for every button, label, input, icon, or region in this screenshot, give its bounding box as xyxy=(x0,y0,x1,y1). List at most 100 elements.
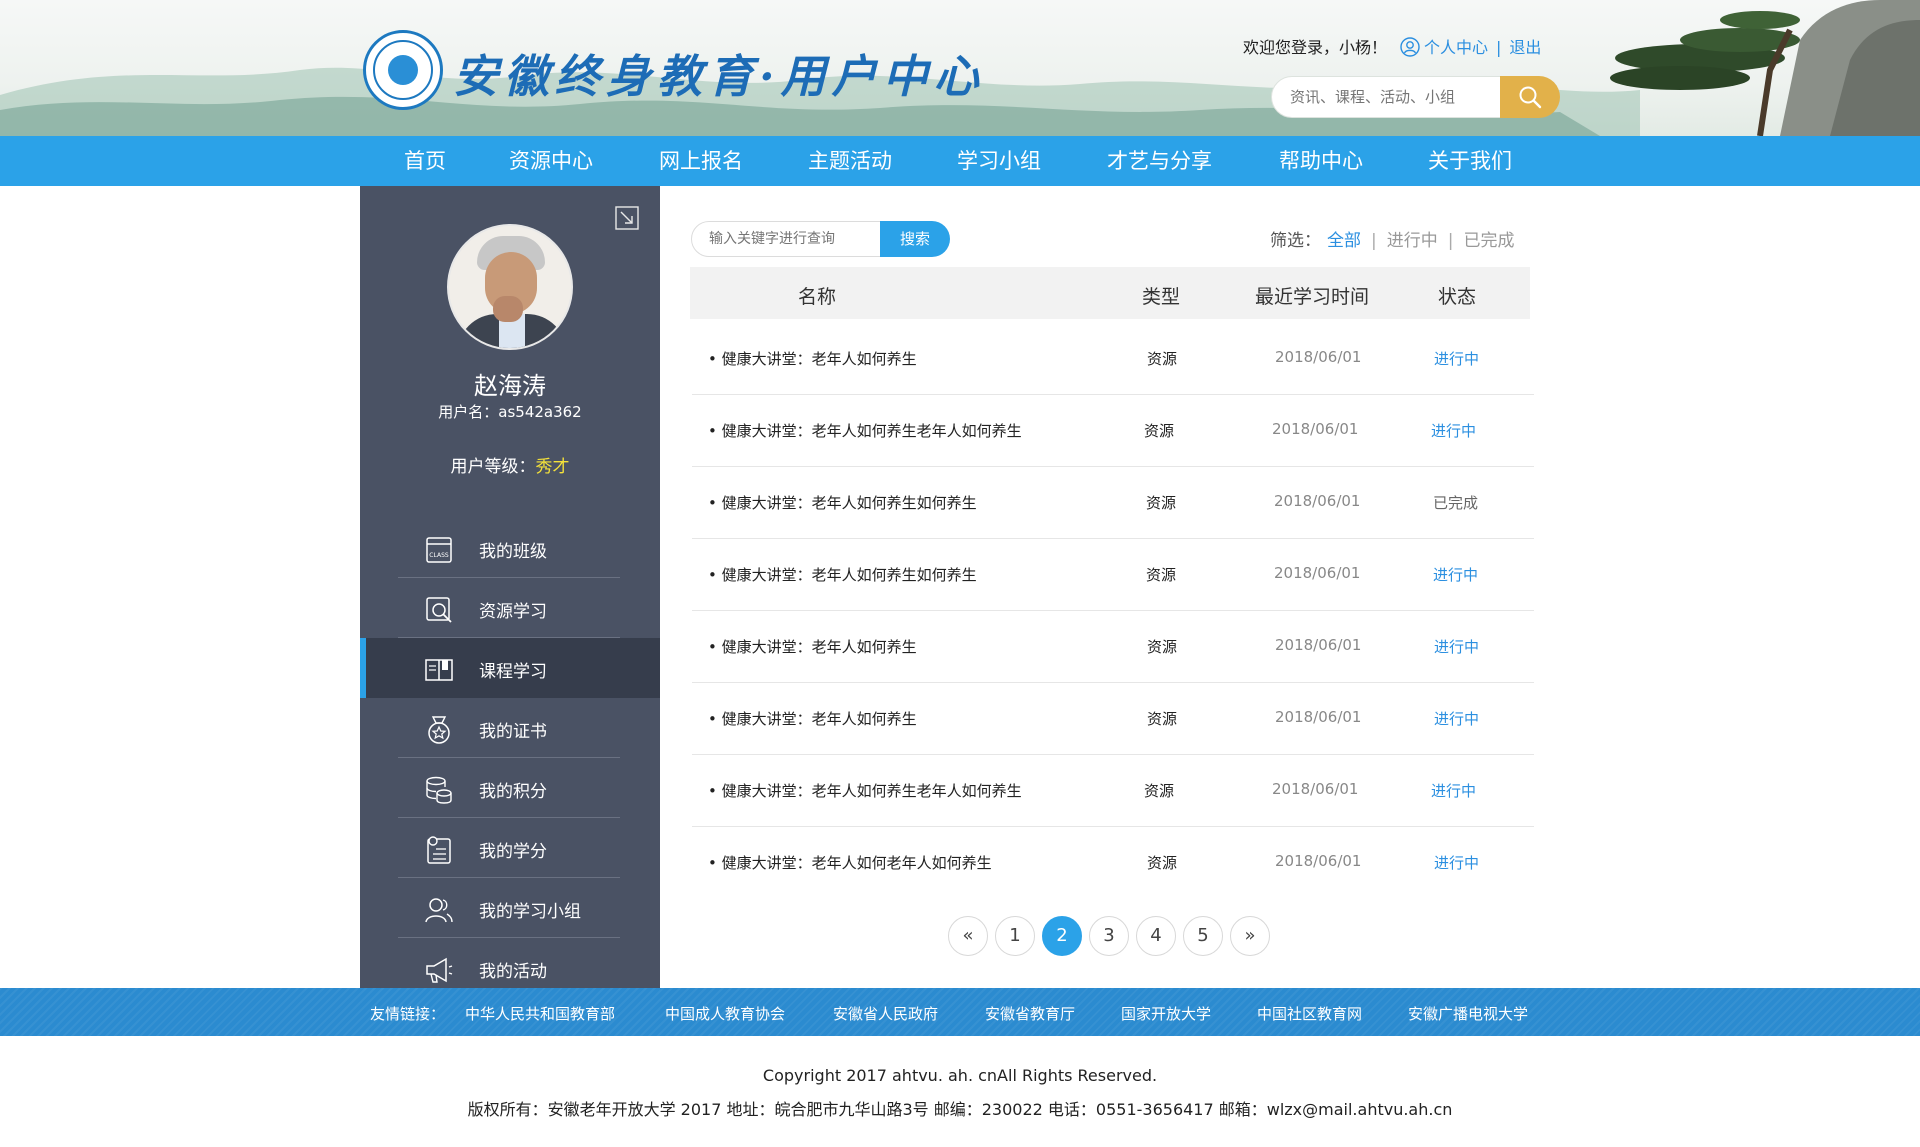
sidebar-item-my-class[interactable]: CLASS 我的班级 xyxy=(360,518,660,578)
page-button[interactable]: 5 xyxy=(1183,916,1223,956)
filter-all[interactable]: 全部 xyxy=(1327,231,1361,251)
nav-item-about[interactable]: 关于我们 xyxy=(1428,136,1512,186)
filter-done[interactable]: 已完成 xyxy=(1463,231,1514,251)
site-search-input[interactable] xyxy=(1271,76,1501,118)
course-name[interactable]: • 健康大讲堂：老年人如何养生如何养生 xyxy=(708,492,977,513)
page-button[interactable]: 1 xyxy=(995,916,1035,956)
resource-search-icon xyxy=(426,597,452,623)
course-type: 资源 xyxy=(1146,566,1177,584)
friend-link-anhui-tvu[interactable]: 安徽广播电视大学 xyxy=(1408,1003,1528,1024)
site-logo[interactable] xyxy=(363,30,443,110)
course-status[interactable]: 进行中 xyxy=(1434,348,1479,369)
filter-ongoing[interactable]: 进行中 xyxy=(1387,231,1438,251)
course-date: 2018/06/01 xyxy=(1275,708,1362,726)
personal-center-link[interactable]: 个人中心 xyxy=(1424,38,1488,57)
table-row[interactable]: • 健康大讲堂：老年人如何养生如何养生 资源 2018/06/01 进行中 xyxy=(692,539,1534,611)
page-button[interactable]: 4 xyxy=(1136,916,1176,956)
course-date: 2018/06/01 xyxy=(1275,348,1362,366)
course-name[interactable]: • 健康大讲堂：老年人如何养生 xyxy=(708,636,917,657)
megaphone-icon xyxy=(426,957,453,983)
table-row[interactable]: • 健康大讲堂：老年人如何老年人如何养生 资源 2018/06/01 进行中 xyxy=(692,827,1534,899)
page-button-current[interactable]: 2 xyxy=(1042,916,1082,956)
course-name[interactable]: • 健康大讲堂：老年人如何养生如何养生 xyxy=(708,564,977,585)
column-status: 状态 xyxy=(1438,286,1477,308)
table-header: 名称 类型 最近学习时间 状态 xyxy=(690,267,1530,319)
nav-item-activities[interactable]: 主题活动 xyxy=(808,136,892,186)
site-search-button[interactable] xyxy=(1500,76,1560,118)
course-name[interactable]: • 健康大讲堂：老年人如何养生老年人如何养生 xyxy=(708,780,1022,801)
course-type: 资源 xyxy=(1144,422,1175,440)
sidebar-item-points[interactable]: 我的积分 xyxy=(360,758,660,818)
course-type: 资源 xyxy=(1147,350,1178,368)
course-status[interactable]: 进行中 xyxy=(1434,636,1479,657)
main-nav: 首页 资源中心 网上报名 主题活动 学习小组 才艺与分享 帮助中心 关于我们 xyxy=(0,136,1920,186)
course-search-input[interactable] xyxy=(691,221,881,257)
course-type: 资源 xyxy=(1147,710,1178,728)
course-name[interactable]: • 健康大讲堂：老年人如何养生老年人如何养生 xyxy=(708,420,1022,441)
nav-item-home[interactable]: 首页 xyxy=(404,136,446,186)
course-status[interactable]: 进行中 xyxy=(1431,780,1476,801)
nav-item-talent-share[interactable]: 才艺与分享 xyxy=(1107,136,1212,186)
friend-link-community-education[interactable]: 中国社区教育网 xyxy=(1257,1003,1362,1024)
prev-page-button[interactable]: « xyxy=(948,916,988,956)
welcome-text: 欢迎您登录，小杨！ xyxy=(1243,38,1388,57)
sidebar-item-activities[interactable]: 我的活动 xyxy=(360,938,660,988)
table-row[interactable]: • 健康大讲堂：老年人如何养生 资源 2018/06/01 进行中 xyxy=(692,611,1534,683)
course-status[interactable]: 已完成 xyxy=(1433,492,1478,513)
course-date: 2018/06/01 xyxy=(1274,492,1361,510)
user-icon xyxy=(1400,37,1420,57)
table-row[interactable]: • 健康大讲堂：老年人如何养生 资源 2018/06/01 进行中 xyxy=(692,683,1534,755)
course-status[interactable]: 进行中 xyxy=(1433,564,1478,585)
friend-link-anhui-education[interactable]: 安徽省教育厅 xyxy=(985,1003,1075,1024)
search-icon xyxy=(1519,86,1542,109)
course-name[interactable]: • 健康大讲堂：老年人如何养生 xyxy=(708,708,917,729)
friend-link-open-university[interactable]: 国家开放大学 xyxy=(1121,1003,1211,1024)
friend-link-adult-education[interactable]: 中国成人教育协会 xyxy=(665,1003,785,1024)
course-status[interactable]: 进行中 xyxy=(1434,852,1479,873)
user-level: 用户等级：秀才 xyxy=(360,452,660,477)
sidebar-item-resource-study[interactable]: 资源学习 xyxy=(360,578,660,638)
sidebar-item-study-groups[interactable]: 我的学习小组 xyxy=(360,878,660,938)
friend-link-moe[interactable]: 中华人民共和国教育部 xyxy=(465,1003,615,1024)
sidebar-item-course-study[interactable]: 课程学习 xyxy=(360,638,660,698)
site-info-text: 版权所有：安徽老年开放大学 2017 地址：皖合肥市九华山路3号 邮编：2300… xyxy=(467,1100,1453,1119)
user-sidebar: 赵海涛 用户名：as542a362 用户等级：秀才 CLASS 我的班级 资源学… xyxy=(360,186,660,988)
friend-links-bar: 友情链接： 中华人民共和国教育部 中国成人教育协会 安徽省人民政府 安徽省教育厅… xyxy=(0,988,1920,1036)
sidebar-item-credits[interactable]: 我的学分 xyxy=(360,818,660,878)
page-button[interactable]: 3 xyxy=(1089,916,1129,956)
table-row[interactable]: • 健康大讲堂：老年人如何养生老年人如何养生 资源 2018/06/01 进行中 xyxy=(692,755,1534,827)
table-row[interactable]: • 健康大讲堂：老年人如何养生 资源 2018/06/01 进行中 xyxy=(692,323,1534,395)
table-row[interactable]: • 健康大讲堂：老年人如何养生老年人如何养生 资源 2018/06/01 进行中 xyxy=(692,395,1534,467)
course-type: 资源 xyxy=(1146,494,1177,512)
active-indicator xyxy=(360,638,366,698)
class-icon: CLASS xyxy=(426,537,452,563)
user-level-value: 秀才 xyxy=(535,457,570,477)
friend-link-anhui-government[interactable]: 安徽省人民政府 xyxy=(833,1003,938,1024)
nav-item-help[interactable]: 帮助中心 xyxy=(1279,136,1363,186)
site-header: 安徽终身教育·用户中心 欢迎您登录，小杨！ 个人中心 | 退出 xyxy=(0,0,1920,136)
nav-item-resources[interactable]: 资源中心 xyxy=(509,136,593,186)
sidebar-item-label: 我的学习小组 xyxy=(479,902,581,922)
course-status[interactable]: 进行中 xyxy=(1434,708,1479,729)
course-type: 资源 xyxy=(1144,782,1175,800)
course-name[interactable]: • 健康大讲堂：老年人如何老年人如何养生 xyxy=(708,852,992,873)
course-status[interactable]: 进行中 xyxy=(1431,420,1476,441)
user-links: 个人中心 | 退出 xyxy=(1400,34,1541,58)
next-page-button[interactable]: » xyxy=(1230,916,1270,956)
course-date: 2018/06/01 xyxy=(1275,636,1362,654)
filter-separator: | xyxy=(1371,231,1377,251)
table-row[interactable]: • 健康大讲堂：老年人如何养生如何养生 资源 2018/06/01 已完成 xyxy=(692,467,1534,539)
nav-item-registration[interactable]: 网上报名 xyxy=(659,136,743,186)
logout-link[interactable]: 退出 xyxy=(1509,38,1541,57)
site-title: 安徽终身教育·用户中心 xyxy=(453,50,985,103)
user-display-name: 赵海涛 xyxy=(474,372,546,400)
nav-item-study-groups[interactable]: 学习小组 xyxy=(957,136,1041,186)
status-filter: 筛选： 全部 | 进行中 | 已完成 xyxy=(1270,226,1514,251)
collapse-icon[interactable] xyxy=(615,206,639,230)
coins-icon xyxy=(426,776,452,804)
course-search-button[interactable]: 搜索 xyxy=(880,221,950,257)
friend-links-label: 友情链接： xyxy=(370,1005,446,1023)
column-last-study-time: 最近学习时间 xyxy=(1255,286,1370,308)
sidebar-item-certificates[interactable]: 我的证书 xyxy=(360,698,660,758)
course-name[interactable]: • 健康大讲堂：老年人如何养生 xyxy=(708,348,917,369)
